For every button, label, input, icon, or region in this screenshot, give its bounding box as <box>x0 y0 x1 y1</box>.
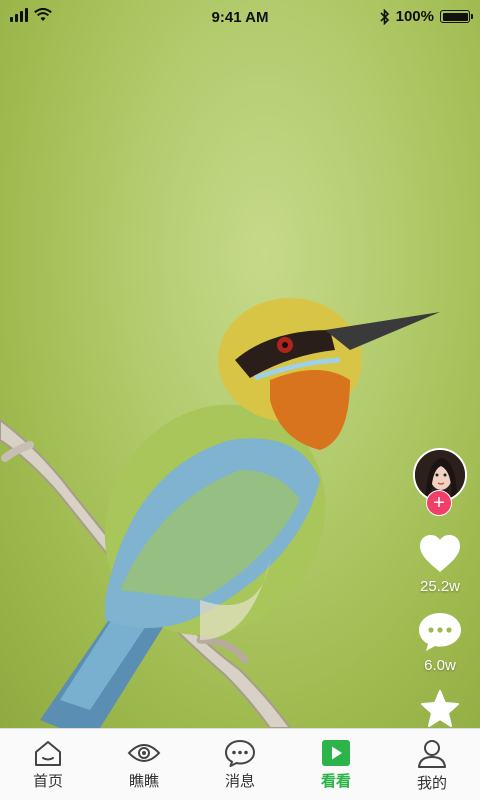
bluetooth-icon <box>380 8 389 25</box>
comment-button[interactable]: 6.0w <box>417 611 463 674</box>
tab-profile[interactable]: 我的 <box>384 729 480 800</box>
tab-discover-label: 瞧瞧 <box>128 773 159 790</box>
battery-percent: 100% <box>395 8 434 25</box>
eye-icon <box>127 744 161 762</box>
tab-profile-label: 我的 <box>416 775 447 792</box>
battery-fill <box>442 12 468 21</box>
tab-messages-label: 消息 <box>224 773 255 790</box>
author-avatar-group[interactable]: + <box>413 448 467 516</box>
comment-count: 6.0w <box>424 657 456 674</box>
tab-discover[interactable]: 瞧瞧 <box>96 729 192 800</box>
battery-icon <box>440 10 473 23</box>
status-right: 100% <box>380 8 473 25</box>
like-count: 25.2w <box>419 578 461 595</box>
follow-button[interactable]: + <box>426 490 452 516</box>
action-column: + 25.2w 6.0w <box>410 448 470 744</box>
comment-icon <box>419 613 461 651</box>
home-icon <box>35 741 61 766</box>
tab-watch-label: 看看 <box>320 773 351 790</box>
tab-home-label: 首页 <box>32 773 63 790</box>
bottom-tab-bar: 首页 瞧瞧 消息 看看 我的 <box>0 728 480 800</box>
tab-home[interactable]: 首页 <box>0 729 96 800</box>
video-player[interactable] <box>0 0 480 728</box>
favorite-button[interactable] <box>420 690 460 728</box>
play-icon <box>322 740 350 766</box>
status-bar: 9:41 AM 100% <box>0 0 480 36</box>
bird-video-frame <box>0 298 440 728</box>
message-icon <box>225 740 255 767</box>
tab-messages[interactable]: 消息 <box>192 729 288 800</box>
heart-icon <box>420 535 460 572</box>
tab-watch[interactable]: 看看 <box>288 729 384 800</box>
user-icon <box>418 740 446 768</box>
star-icon <box>421 690 459 727</box>
like-button[interactable]: 25.2w <box>418 534 462 595</box>
